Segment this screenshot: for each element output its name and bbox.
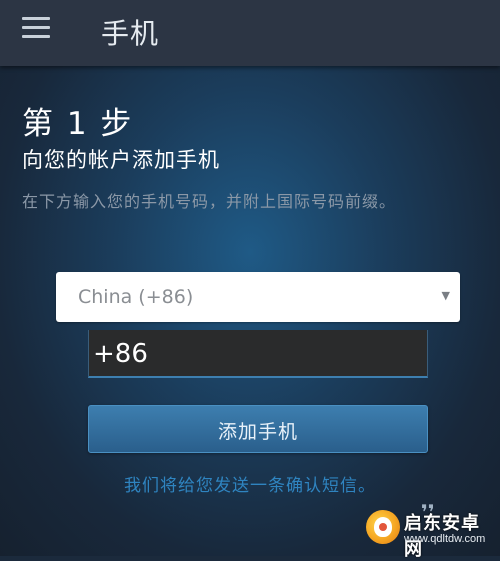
chevron-down-icon: ▼ [441,289,450,302]
country-select-value: China (+86) [78,286,194,308]
step-description: 在下方输入您的手机号码，并附上国际号码前缀。 [22,192,397,211]
menu-line [22,35,50,38]
add-phone-button-label: 添加手机 [217,421,298,443]
country-select[interactable]: China (+86) ▼ [56,272,460,322]
top-bar: 手机 [0,0,500,66]
hamburger-menu-icon[interactable] [22,17,50,39]
add-phone-button[interactable]: 添加手机 [88,405,428,453]
step-title: 第 1 步 [22,106,134,142]
page-title: 手机 [101,17,160,50]
phone-number-value: +86 [93,339,148,369]
step-subtitle: 向您的帐户添加手机 [22,148,220,172]
menu-line [22,17,50,20]
phone-number-input[interactable]: +86 [88,330,428,378]
main-content: 第 1 步 向您的帐户添加手机 在下方输入您的手机号码，并附上国际号码前缀。 C… [0,66,500,560]
watermark-url: www.qdltdw.com [404,533,486,545]
sms-confirmation-note: 我们将给您发送一条确认短信。 [124,476,376,496]
watermark-logo-icon [366,510,400,544]
menu-line [22,26,50,29]
watermark: 启东安卓网 www.qdltdw.com [366,508,494,560]
